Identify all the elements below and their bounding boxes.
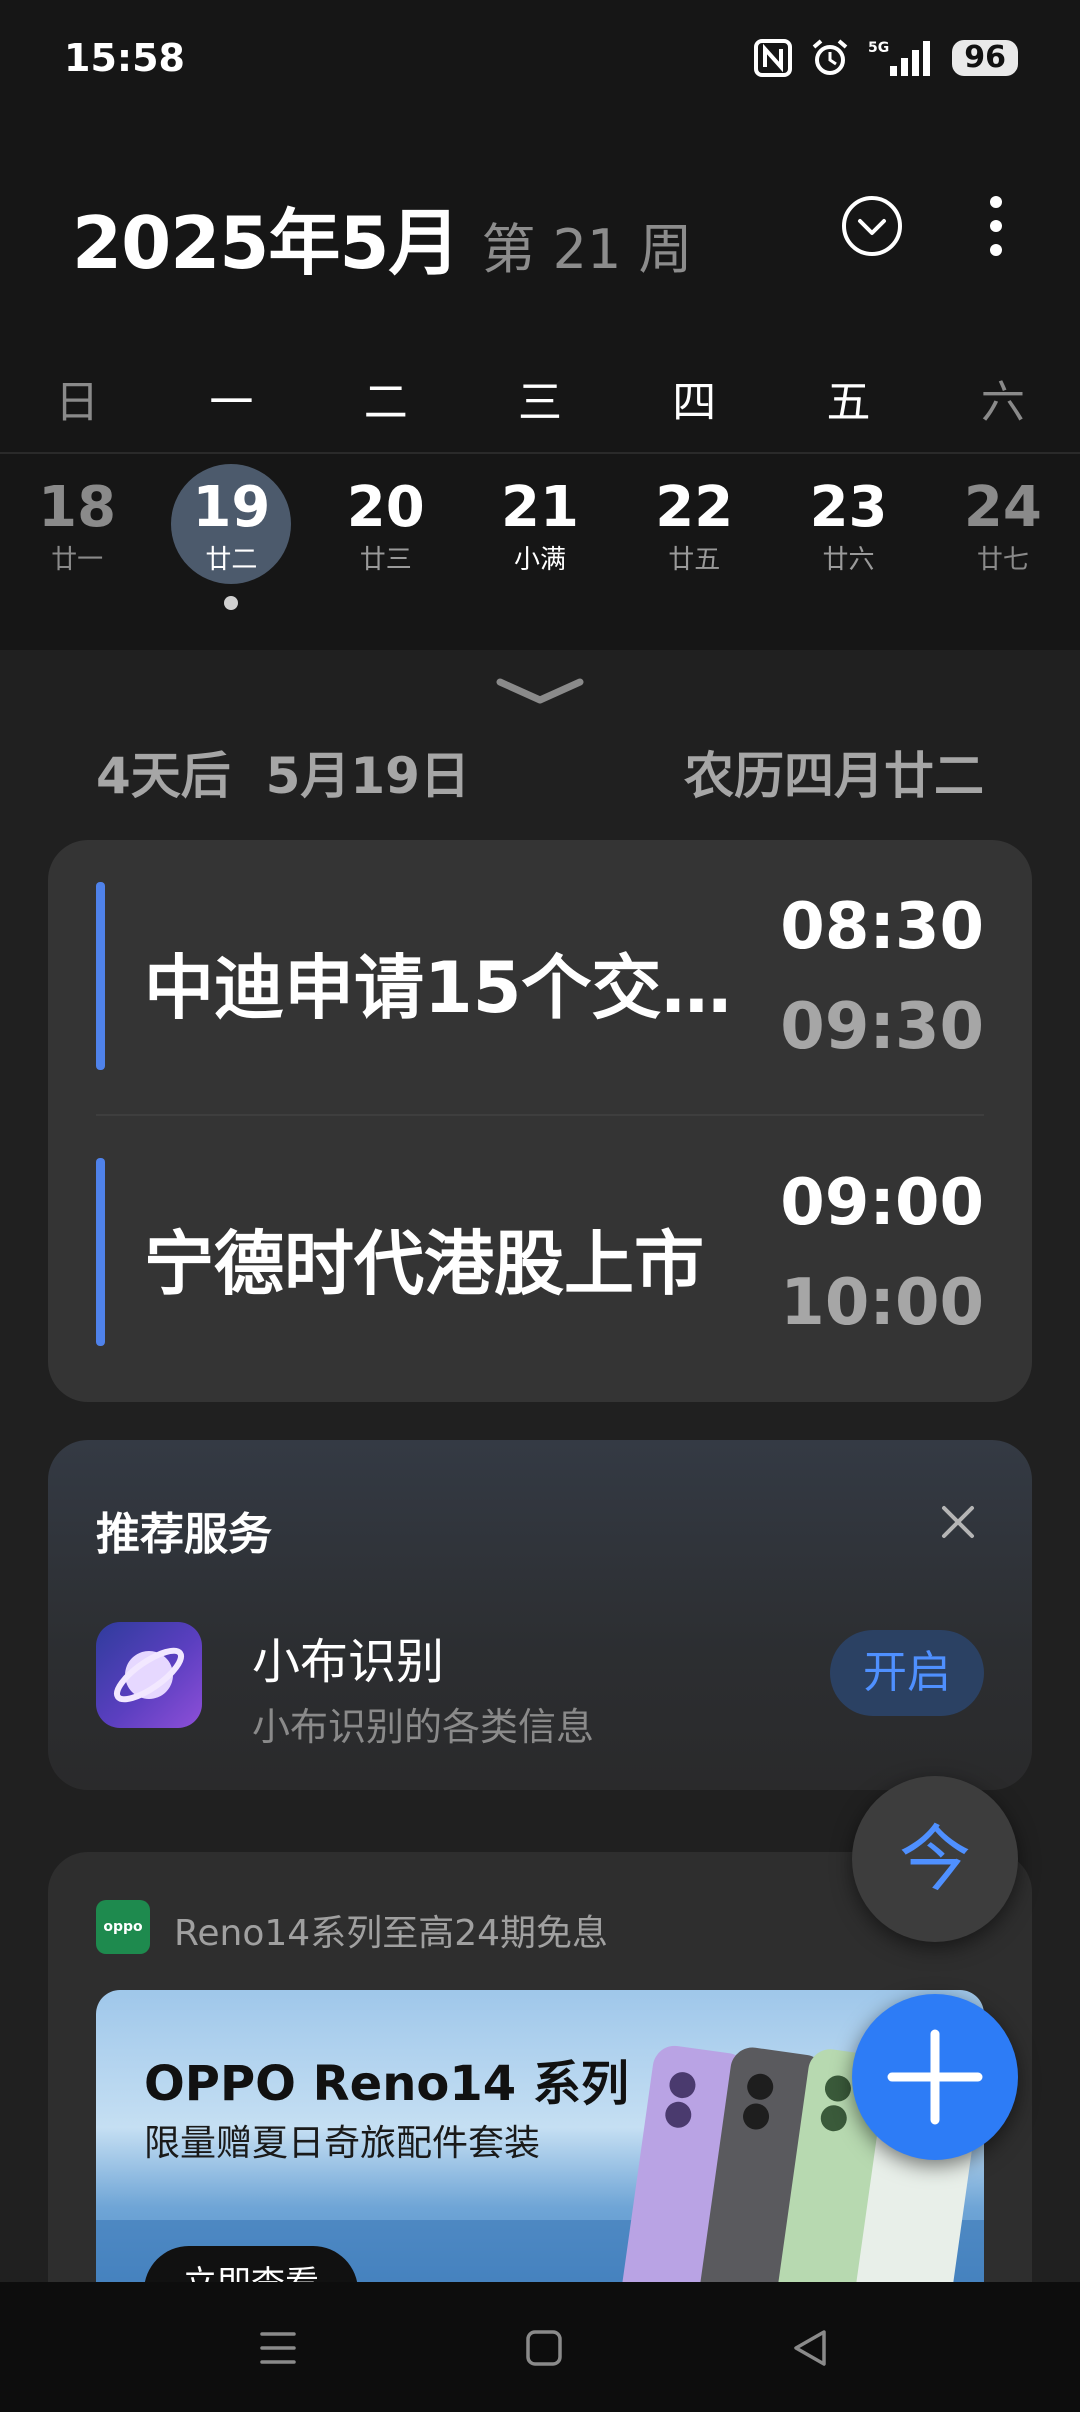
month-title[interactable]: 2025年5月	[72, 184, 460, 289]
day-number: 20	[346, 475, 425, 540]
alarm-icon	[810, 38, 850, 78]
event-start-time: 09:00	[780, 1166, 984, 1240]
weekday-row: 日 一 二 三 四 五 六	[0, 366, 1080, 430]
day-cell[interactable]: 22 廿五	[617, 462, 771, 576]
day-cell[interactable]: 24 廿七	[926, 462, 1080, 576]
weekday-tue: 二	[363, 377, 408, 428]
weekday-sat: 六	[980, 377, 1025, 428]
day-cell[interactable]: 18 廿一	[0, 462, 154, 576]
dropdown-button[interactable]	[840, 194, 904, 258]
event-title: 宁德时代港股上市	[144, 1223, 704, 1305]
signal-icon: 5G	[868, 38, 934, 78]
relative-date: 4天后 5月19日	[96, 747, 470, 805]
day-number: 19	[192, 475, 271, 540]
event-start-time: 08:30	[780, 890, 984, 964]
nfc-icon	[754, 39, 793, 77]
event-color-bar	[96, 1158, 105, 1346]
day-lunar: 廿一	[51, 545, 104, 575]
event-dot	[224, 596, 239, 610]
back-triangle-icon	[794, 2330, 826, 2366]
ad-source: Reno14系列至高24期免息	[174, 1913, 609, 1954]
weekday-sun: 日	[55, 377, 100, 428]
day-number: 22	[655, 475, 734, 540]
day-lunar: 廿二	[205, 545, 258, 575]
weekday-thu: 四	[672, 377, 717, 428]
more-options-button[interactable]	[964, 194, 1028, 258]
today-button[interactable]: 今	[852, 1776, 1018, 1942]
close-icon	[942, 1506, 974, 1538]
days-row: 18 廿一 19 廿二 20 廿三 21 小满 22 廿五 23 廿六 24 廿…	[0, 462, 1080, 610]
day-cell[interactable]: 21 小满	[463, 462, 617, 576]
svg-text:5G: 5G	[868, 40, 889, 56]
battery-icon: 96	[952, 40, 1018, 76]
event-title: 中迪申请15个交…	[144, 947, 732, 1029]
event-item[interactable]: 中迪申请15个交… 08:30 09:30	[48, 840, 1032, 1116]
back-button[interactable]	[786, 2324, 834, 2372]
recommend-card: 推荐服务 小布识别 小布识别的各类信息 开启	[48, 1440, 1032, 1790]
calendar-header: 2025年5月 第 21 周	[72, 184, 693, 289]
more-vert-icon	[990, 196, 1002, 256]
weekday-mon: 一	[209, 377, 254, 428]
event-end-time: 09:30	[780, 990, 984, 1064]
event-color-bar	[96, 882, 105, 1070]
square-icon	[526, 2330, 562, 2366]
day-lunar: 廿七	[976, 545, 1029, 575]
week-label: 第 21 周	[481, 218, 693, 281]
home-button[interactable]	[520, 2324, 568, 2372]
oppo-logo: oppo	[96, 1900, 150, 1954]
lunar-date: 农历四月廿二	[684, 747, 984, 805]
enable-button[interactable]: 开启	[830, 1630, 984, 1716]
recent-apps-button[interactable]	[254, 2324, 302, 2372]
day-lunar: 小满	[513, 545, 566, 575]
ad-headline: OPPO Reno14 系列	[144, 2056, 629, 2112]
week-divider	[0, 452, 1080, 454]
status-icons: 5G 96	[754, 38, 1018, 78]
day-lunar: 廿六	[822, 545, 875, 575]
expand-handle[interactable]	[490, 672, 590, 716]
system-nav-bar	[0, 2282, 1080, 2412]
events-card: 中迪申请15个交… 08:30 09:30 宁德时代港股上市 09:00 10:…	[48, 840, 1032, 1402]
chevron-down-icon	[496, 678, 584, 704]
day-number: 24	[963, 475, 1042, 540]
event-end-time: 10:00	[780, 1266, 984, 1340]
chevron-down-icon	[842, 196, 902, 256]
planet-icon	[113, 1647, 185, 1703]
day-cell-selected[interactable]: 19 廿二	[154, 462, 308, 610]
plus-icon	[887, 2029, 983, 2125]
menu-icon	[260, 2332, 296, 2364]
add-event-button[interactable]	[852, 1994, 1018, 2160]
day-lunar: 廿五	[668, 545, 721, 575]
status-time: 15:58	[64, 36, 185, 80]
day-number: 23	[809, 475, 888, 540]
event-item[interactable]: 宁德时代港股上市 09:00 10:00	[48, 1116, 1032, 1392]
close-button[interactable]	[938, 1502, 978, 1542]
app-name: 小布识别	[252, 1634, 445, 1690]
day-lunar: 廿三	[359, 545, 412, 575]
day-number: 18	[38, 475, 117, 540]
app-icon	[96, 1622, 202, 1728]
app-description: 小布识别的各类信息	[252, 1705, 595, 1749]
day-number: 21	[501, 475, 579, 540]
recommend-title: 推荐服务	[96, 1509, 272, 1560]
day-cell[interactable]: 20 廿三	[309, 462, 463, 576]
weekday-fri: 五	[826, 377, 871, 428]
ad-subline: 限量赠夏日奇旅配件套装	[144, 2123, 541, 2164]
day-cell[interactable]: 23 廿六	[771, 462, 925, 576]
weekday-wed: 三	[517, 377, 562, 428]
